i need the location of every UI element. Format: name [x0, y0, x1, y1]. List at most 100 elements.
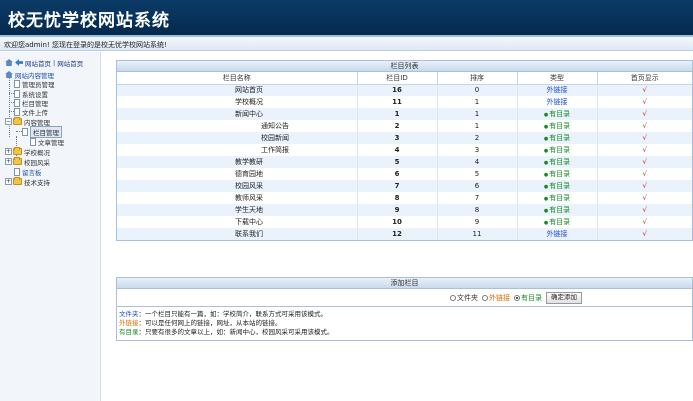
expand-icon[interactable]: + [5, 158, 12, 165]
check-icon: √ [642, 110, 647, 118]
row-order: 5 [437, 168, 518, 180]
row-show: √ [597, 228, 692, 240]
row-type[interactable]: 有目录 [517, 108, 598, 120]
row-name[interactable]: 教师风采 [117, 192, 358, 204]
app-header: 校无忧学校网站系统 [0, 0, 693, 37]
row-show: √ [597, 168, 692, 180]
row-id: 9 [357, 204, 438, 216]
col-header-show: 首页显示 [597, 72, 692, 85]
row-name[interactable]: 网站首页 [117, 84, 358, 96]
tree-node-support[interactable]: + 技术支持 [5, 177, 50, 187]
row-id: 1 [357, 108, 438, 120]
add-column-panel: 添加栏目 文件夹 外链接 有目录 确定添加 文件夹：一个栏目只能有一篇，如：学校… [116, 277, 693, 341]
collapse-icon[interactable]: − [5, 118, 12, 125]
row-type[interactable]: 有目录 [517, 132, 598, 144]
home-icon[interactable] [5, 59, 13, 66]
row-name[interactable]: 新闻中心 [117, 108, 358, 120]
note-directory: 有目录：只要有很多的文章以上，如：新闻中心，校园风采可采用该模式。 [119, 328, 334, 336]
row-id: 7 [357, 180, 438, 192]
row-type[interactable]: 有目录 [517, 144, 598, 156]
col-header-id: 栏目ID [357, 72, 438, 85]
row-id: 2 [357, 120, 438, 132]
row-type[interactable]: 有目录 [517, 204, 598, 216]
row-show: √ [597, 132, 692, 144]
row-id: 3 [357, 132, 438, 144]
tree-node-column-manage[interactable]: 栏目管理 [22, 125, 62, 138]
row-id: 4 [357, 144, 438, 156]
tree-node-guestbook[interactable]: 留言板 [14, 167, 42, 177]
tree-node-campus[interactable]: + 校园风采 [5, 157, 50, 167]
row-name[interactable]: 学校概况 [117, 96, 358, 108]
expand-icon[interactable]: + [5, 178, 12, 185]
row-name[interactable]: 校园新闻 [117, 132, 358, 144]
row-order: 1 [437, 96, 518, 108]
row-name[interactable]: 教学教研 [117, 156, 358, 168]
radio-folder[interactable]: 文件夹 [450, 293, 478, 303]
row-order: 7 [437, 192, 518, 204]
row-name[interactable]: 下载中心 [117, 216, 358, 228]
table-row: 联系我们 12 11 外链接 √ [117, 228, 692, 240]
expand-icon[interactable]: + [5, 148, 12, 155]
row-name[interactable]: 德育园地 [117, 168, 358, 180]
page-icon [30, 137, 36, 146]
table-row: 德育园地65有目录 √ [117, 168, 692, 180]
check-icon: √ [642, 158, 647, 166]
table-header-row: 栏目名称 栏目ID 排序 类型 首页显示 [117, 72, 692, 85]
help-notes: 文件夹：一个栏目只能有一篇，如：学校简介，联系方式可采用该模式。 外链接：可以是… [117, 307, 692, 339]
page-icon [14, 79, 20, 88]
table-row: 新闻中心11有目录√ [117, 108, 692, 120]
table-row: 教学教研54有目录 √ [117, 156, 692, 168]
row-order: 4 [437, 156, 518, 168]
row-show: √ [597, 204, 692, 216]
col-header-order: 排序 [437, 72, 518, 85]
back-icon[interactable] [15, 59, 23, 66]
table-row: 工作简报43有目录 √ [117, 144, 692, 156]
row-name[interactable]: 学生天地 [117, 204, 358, 216]
row-type[interactable]: 外链接 [517, 84, 598, 96]
tree-node-article-manage[interactable]: 文章管理 [30, 137, 64, 147]
row-type[interactable]: 有目录 [517, 180, 598, 192]
row-type[interactable]: 有目录 [517, 156, 598, 168]
row-id: 5 [357, 156, 438, 168]
check-icon: √ [642, 134, 647, 142]
check-icon: √ [642, 182, 647, 190]
page-icon [22, 127, 28, 136]
row-name[interactable]: 通知公告 [117, 120, 358, 132]
add-column-button[interactable]: 确定添加 [546, 291, 582, 304]
row-name[interactable]: 联系我们 [117, 228, 358, 240]
table-row: 校园新闻32有目录 √ [117, 132, 692, 144]
app-title: 校无忧学校网站系统 [8, 11, 170, 31]
row-type[interactable]: 有目录 [517, 120, 598, 132]
row-name[interactable]: 工作简报 [117, 144, 358, 156]
radio-link[interactable]: 外链接 [482, 293, 510, 303]
top-link-site[interactable]: 网站首页 [57, 58, 83, 68]
note-folder: 文件夹：一个栏目只能有一篇，如：学校简介，联系方式可采用该模式。 [119, 310, 327, 318]
col-header-type: 类型 [517, 72, 598, 85]
page-icon [14, 89, 20, 98]
row-name[interactable]: 校园风采 [117, 180, 358, 192]
table-row: 网站首页 16 0 外链接 √ [117, 84, 692, 96]
tree-node-upload[interactable]: 文件上传 [14, 107, 48, 117]
row-type[interactable]: 有目录 [517, 192, 598, 204]
row-type[interactable]: 有目录 [517, 168, 598, 180]
row-type[interactable]: 有目录 [517, 216, 598, 228]
tree-node-school[interactable]: + 学校概况 [5, 147, 50, 157]
row-type[interactable]: 外链接 [517, 96, 598, 108]
table-row: 下载中心109有目录 √ [117, 216, 692, 228]
check-icon: √ [642, 86, 647, 95]
page-icon [14, 98, 20, 107]
table-row: 学生天地98有目录 √ [117, 204, 692, 216]
row-show: √ [597, 144, 692, 156]
row-order: 11 [437, 228, 518, 240]
top-link-home[interactable]: 网站首页 [25, 58, 51, 68]
welcome-bar: 欢迎您admin! 您现在登录的是校无忧学校网站系统! [0, 37, 693, 51]
radio-directory[interactable]: 有目录 [514, 293, 542, 303]
row-show: √ [597, 96, 692, 108]
row-id: 11 [357, 96, 438, 108]
tree-node-admin[interactable]: 管理员管理 [14, 79, 55, 89]
row-type[interactable]: 外链接 [517, 228, 598, 240]
column-list-title: 栏目列表 [117, 61, 692, 72]
table-row: 校园风采76有目录 √ [117, 180, 692, 192]
row-order: 6 [437, 180, 518, 192]
add-column-title: 添加栏目 [117, 278, 692, 289]
